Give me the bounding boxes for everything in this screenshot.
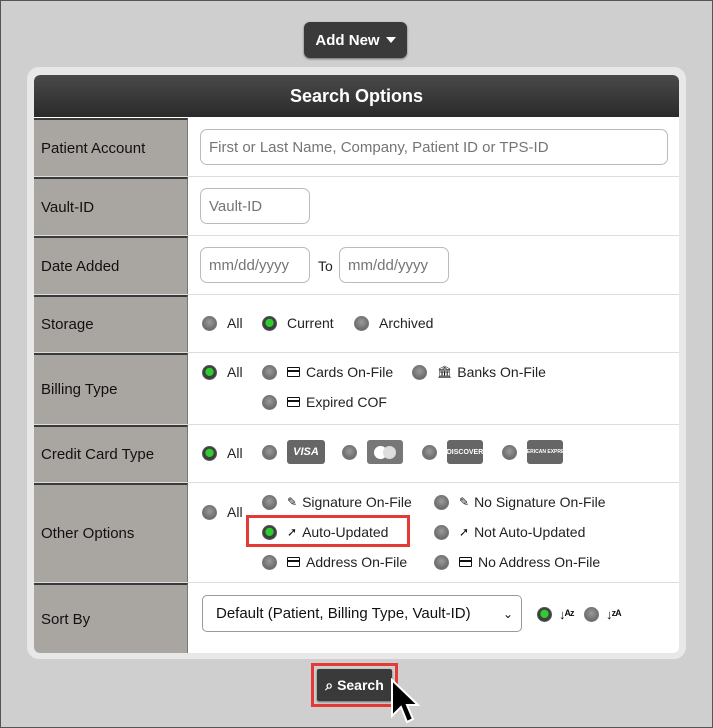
billing-banks-radio[interactable]: 🏛 Banks On-File: [412, 364, 546, 380]
row-date-added: Date Added To: [34, 236, 679, 295]
other-no-address-radio[interactable]: No Address On-File: [434, 554, 600, 570]
address-card-icon: [287, 557, 300, 567]
other-not-auto-updated-radio[interactable]: ➚ Not Auto-Updated: [434, 524, 585, 540]
storage-current-radio[interactable]: Current: [262, 315, 334, 331]
cc-all-radio[interactable]: All: [202, 445, 243, 461]
chevron-down-icon: ⌄: [502, 607, 513, 621]
radio-icon: [262, 494, 277, 510]
radio-selected-icon: [202, 445, 217, 461]
sort-alpha-asc-icon: ↓ᴬᶻ: [559, 607, 574, 622]
billing-all-radio[interactable]: All: [202, 364, 243, 380]
radio-selected-icon: [202, 364, 217, 380]
caret-down-icon: [385, 37, 396, 43]
radio-icon: [202, 504, 217, 520]
panel-title: Search Options: [34, 75, 679, 117]
search-button-highlight: ⌕ Search: [311, 663, 398, 707]
radio-icon: [262, 554, 277, 570]
other-auto-updated-radio[interactable]: ➚ Auto-Updated: [262, 524, 388, 540]
visa-icon: VISA: [287, 440, 325, 464]
billing-type-label: Billing Type: [34, 353, 188, 424]
patient-account-input[interactable]: [200, 129, 668, 165]
cc-amex-radio[interactable]: AMERICAN EXPRESS: [502, 440, 571, 464]
pen-icon: ✎: [287, 495, 298, 509]
amex-icon: AMERICAN EXPRESS: [519, 440, 571, 464]
radio-icon: [502, 444, 517, 460]
search-icon: ⌕: [325, 676, 334, 693]
rocket-icon: ➚: [459, 525, 470, 539]
credit-card-icon: [287, 397, 300, 407]
row-credit-card-type: Credit Card Type All VISA DISCOVER AMERI…: [34, 425, 679, 483]
storage-label: Storage: [34, 295, 188, 352]
storage-archived-radio[interactable]: Archived: [354, 315, 433, 331]
other-address-radio[interactable]: Address On-File: [262, 554, 407, 570]
other-no-signature-radio[interactable]: ✎ No Signature On-File: [434, 494, 606, 510]
radio-selected-icon: [262, 315, 277, 331]
date-from-input[interactable]: [200, 247, 310, 283]
radio-icon: [584, 607, 599, 622]
sort-by-label: Sort By: [34, 583, 188, 653]
search-options-panel: Search Options Patient Account Vault-ID …: [27, 67, 686, 659]
row-storage: Storage All Current Archived: [34, 295, 679, 353]
cc-visa-radio[interactable]: VISA: [262, 440, 325, 464]
sort-alpha-desc-icon: ↓ᶻᴬ: [606, 607, 621, 622]
billing-expired-radio[interactable]: Expired COF: [262, 394, 387, 410]
row-sort-by: Sort By Default (Patient, Billing Type, …: [34, 583, 679, 653]
radio-icon: [422, 444, 437, 460]
row-billing-type: Billing Type All Cards On-File 🏛 Banks On…: [34, 353, 679, 425]
other-all-radio[interactable]: All: [202, 504, 243, 520]
sort-desc-radio[interactable]: ↓ᶻᴬ: [584, 607, 621, 622]
cc-mastercard-radio[interactable]: [342, 440, 403, 464]
other-signature-radio[interactable]: ✎ Signature On-File: [262, 494, 412, 510]
vault-id-label: Vault-ID: [34, 177, 188, 235]
mastercard-icon: [367, 440, 403, 464]
date-to-label: To: [318, 258, 333, 274]
radio-icon: [202, 315, 217, 331]
other-options-label: Other Options: [34, 483, 188, 582]
vault-id-input[interactable]: [200, 188, 310, 224]
mouse-cursor-icon: [391, 678, 420, 724]
patient-account-label: Patient Account: [34, 118, 188, 176]
row-other-options: Other Options All ✎ Signature On-File ✎ No…: [34, 483, 679, 583]
radio-icon: [262, 394, 277, 410]
radio-icon: [412, 364, 427, 380]
credit-card-icon: [287, 367, 300, 377]
sort-by-select[interactable]: Default (Patient, Billing Type, Vault-ID…: [202, 595, 522, 632]
address-card-icon: [459, 557, 472, 567]
pen-icon: ✎: [459, 495, 470, 509]
search-button[interactable]: ⌕ Search: [317, 669, 392, 701]
radio-icon: [434, 494, 449, 510]
date-added-label: Date Added: [34, 236, 188, 294]
radio-icon: [434, 554, 449, 570]
bank-icon: 🏛: [437, 365, 453, 379]
radio-icon: [434, 524, 449, 540]
add-new-button[interactable]: Add New: [304, 22, 407, 58]
radio-selected-icon: [262, 524, 277, 540]
rocket-icon: ➚: [287, 525, 298, 539]
storage-all-radio[interactable]: All: [202, 315, 243, 331]
radio-icon: [354, 315, 369, 331]
credit-card-type-label: Credit Card Type: [34, 425, 188, 482]
radio-icon: [342, 444, 357, 460]
radio-icon: [262, 444, 277, 460]
row-patient-account: Patient Account: [34, 118, 679, 177]
date-to-input[interactable]: [339, 247, 449, 283]
add-new-label: Add New: [315, 31, 380, 49]
sort-asc-radio[interactable]: ↓ᴬᶻ: [537, 607, 574, 622]
cc-discover-radio[interactable]: DISCOVER: [422, 440, 483, 464]
billing-cards-radio[interactable]: Cards On-File: [262, 364, 393, 380]
radio-icon: [262, 364, 277, 380]
radio-selected-icon: [537, 607, 552, 622]
discover-icon: DISCOVER: [447, 440, 483, 464]
row-vault-id: Vault-ID: [34, 177, 679, 236]
